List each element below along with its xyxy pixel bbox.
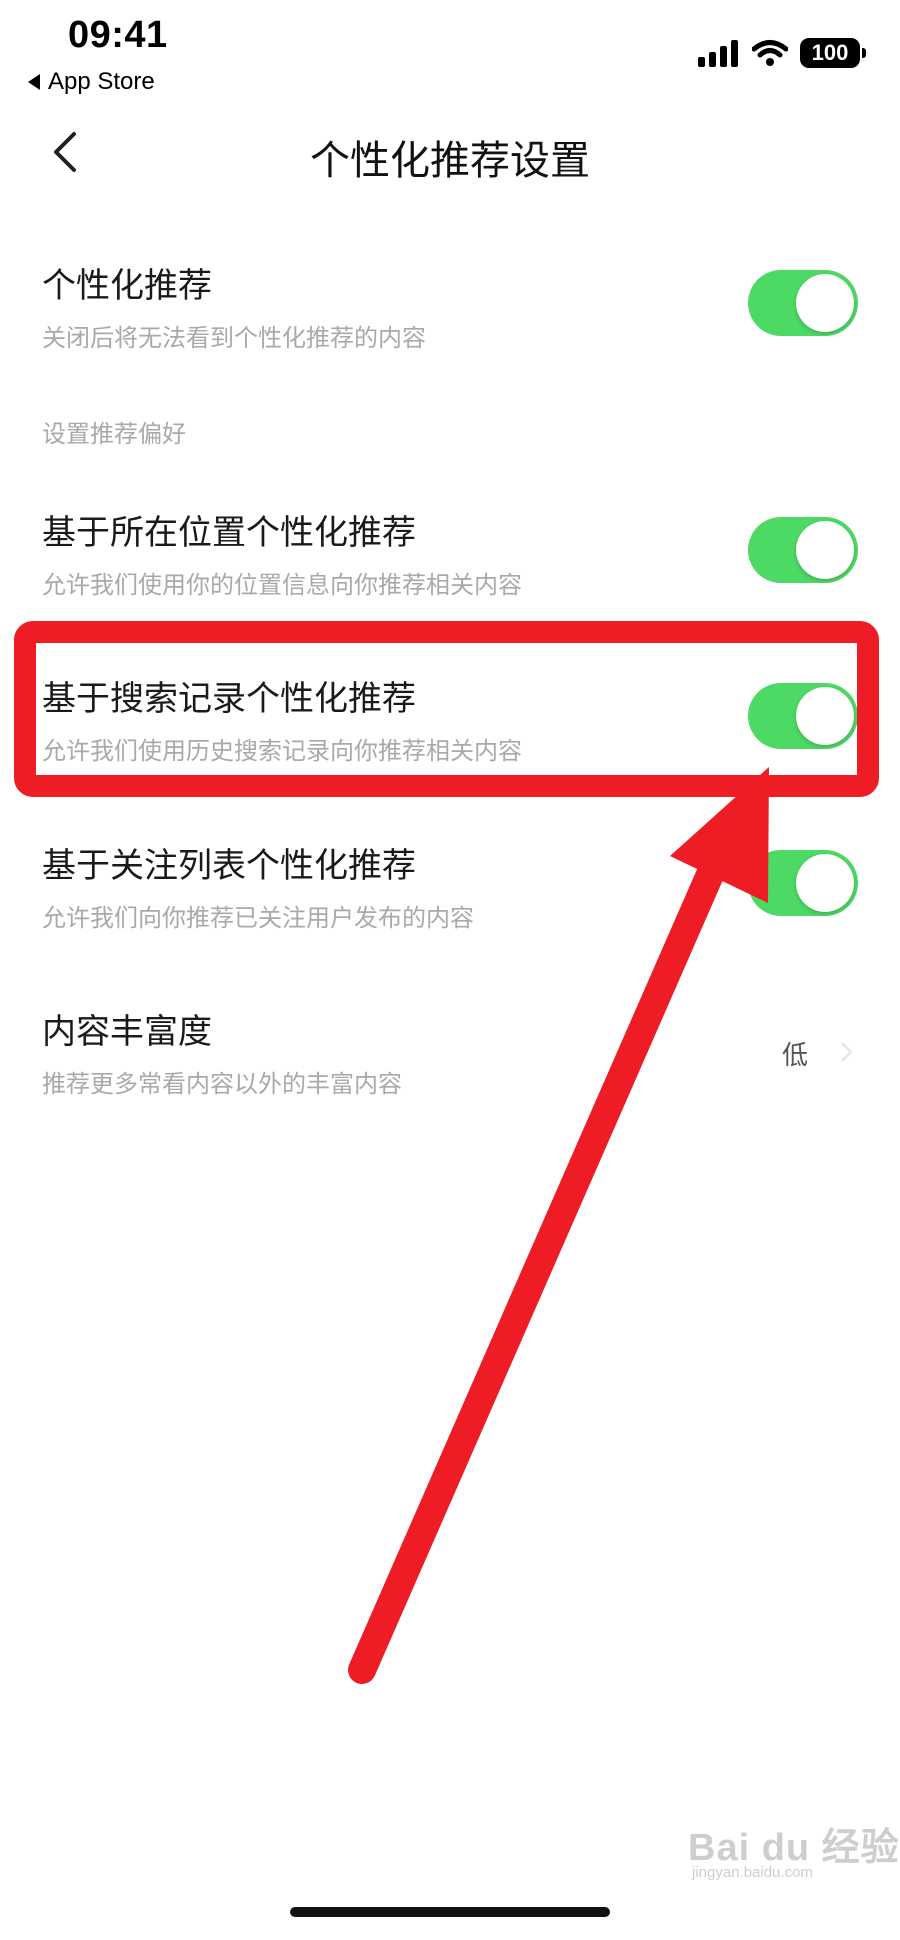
section-header: 设置推荐偏好 [42,420,186,448]
setting-desc: 允许我们使用历史搜索记录向你推荐相关内容 [42,737,522,765]
status-icons: 100 [698,38,866,68]
setting-row-follow-list: 基于关注列表个性化推荐 允许我们向你推荐已关注用户发布的内容 [0,838,900,968]
watermark-url: jingyan.baidu.com [692,1864,813,1881]
toggle-knob [796,687,854,745]
battery-level: 100 [811,40,849,65]
back-to-app-store[interactable]: App Store [28,68,155,96]
setting-title: 基于所在位置个性化推荐 [42,513,416,553]
wifi-icon [752,40,788,66]
toggle-knob [796,521,854,579]
toggle-knob [796,854,854,912]
arrow-shaft [348,856,726,1684]
setting-row-search-history: 基于搜索记录个性化推荐 允许我们使用历史搜索记录向你推荐相关内容 [0,671,900,801]
page-title: 个性化推荐设置 [310,138,590,184]
chevron-right-icon [841,1042,853,1062]
setting-title: 基于关注列表个性化推荐 [42,846,416,886]
battery-icon: 100 [800,38,866,68]
status-time: 09:41 [68,14,168,56]
home-indicator[interactable] [290,1907,610,1917]
setting-desc: 关闭后将无法看到个性化推荐的内容 [42,324,426,352]
personalized-toggle[interactable] [748,270,858,336]
setting-desc: 允许我们向你推荐已关注用户发布的内容 [42,904,474,932]
setting-desc: 推荐更多常看内容以外的丰富内容 [42,1070,402,1098]
setting-title: 内容丰富度 [42,1012,212,1052]
richness-value[interactable]: 低 [782,1035,808,1072]
watermark: Bai du 经验 jingyan.baidu.com [688,1816,900,1881]
setting-title: 个性化推荐 [42,266,212,306]
setting-row-richness[interactable]: 内容丰富度 推荐更多常看内容以外的丰富内容 [0,1004,900,1134]
location-toggle[interactable] [748,517,858,583]
toggle-knob [796,274,854,332]
setting-row-personalized: 个性化推荐 关闭后将无法看到个性化推荐的内容 [0,258,900,388]
back-app-label: App Store [48,68,155,95]
signal-icon [698,40,738,67]
search-history-toggle[interactable] [748,683,858,749]
back-triangle-icon [28,74,40,90]
setting-desc: 允许我们使用你的位置信息向你推荐相关内容 [42,571,522,599]
setting-title: 基于搜索记录个性化推荐 [42,679,416,719]
follow-list-toggle[interactable] [748,850,858,916]
watermark-logo: Bai du 经验 [688,1827,900,1869]
setting-row-location: 基于所在位置个性化推荐 允许我们使用你的位置信息向你推荐相关内容 [0,505,900,635]
